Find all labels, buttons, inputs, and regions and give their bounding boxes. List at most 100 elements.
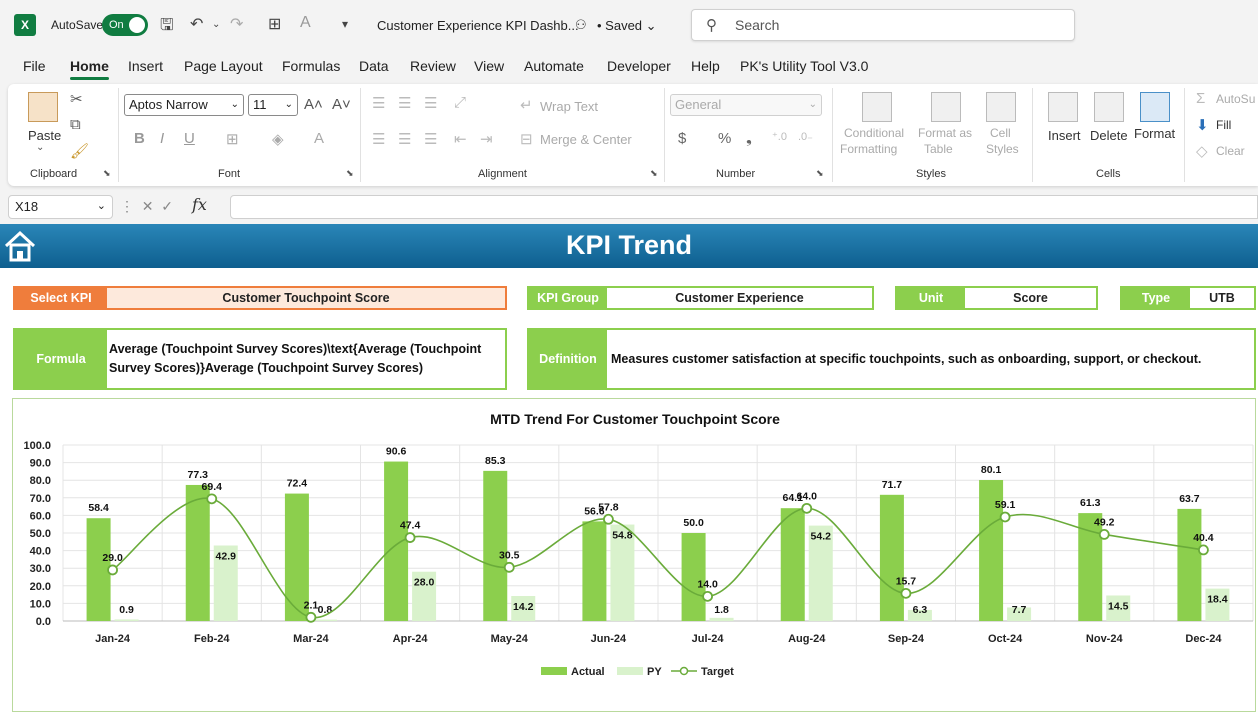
decrease-font-icon[interactable]: A˅ xyxy=(332,96,351,113)
paste-dropdown-icon[interactable]: ⌄ xyxy=(36,142,44,153)
conditional-formatting-label-2[interactable]: Formatting xyxy=(840,142,897,156)
document-title[interactable]: Customer Experience KPI Dashb... xyxy=(377,18,579,33)
clipboard-launcher-icon[interactable]: ⬊ xyxy=(103,168,111,179)
alignment-launcher-icon[interactable]: ⬊ xyxy=(650,168,658,179)
number-format-combo[interactable]: General ⌄ xyxy=(670,94,822,116)
menu-review[interactable]: Review xyxy=(410,58,456,74)
wrap-text-icon[interactable]: ↵ xyxy=(520,96,533,114)
percent-icon[interactable]: % xyxy=(718,130,731,147)
x-tick-label: Mar-24 xyxy=(293,633,329,645)
align-bottom-icon[interactable]: ☰ xyxy=(424,94,437,112)
menu-formulas[interactable]: Formulas xyxy=(282,58,340,74)
paste-button[interactable]: Paste xyxy=(28,128,61,143)
menu-view[interactable]: View xyxy=(474,58,504,74)
bold-icon[interactable]: B xyxy=(134,130,145,147)
customize-toolbar-icon[interactable]: ▾ xyxy=(342,17,348,31)
format-cells-icon[interactable] xyxy=(1140,92,1170,122)
delete-cells-button[interactable]: Delete xyxy=(1090,128,1128,143)
decrease-decimal-icon[interactable]: .0₋ xyxy=(798,130,813,143)
borders-icon[interactable]: ⊞ xyxy=(268,14,281,34)
x-tick-label: Apr-24 xyxy=(393,633,429,645)
font-launcher-icon[interactable]: ⬊ xyxy=(346,168,354,179)
increase-font-icon[interactable]: A˄ xyxy=(304,96,323,113)
currency-icon[interactable]: $ xyxy=(678,130,686,147)
menu-pk-utility-tool[interactable]: PK's Utility Tool V3.0 xyxy=(740,58,868,74)
save-icon[interactable]: 🖫 xyxy=(160,14,174,41)
undo-icon[interactable]: ↶ xyxy=(190,14,203,34)
cut-icon[interactable]: ✂ xyxy=(70,90,83,108)
conditional-formatting-label-1[interactable]: Conditional xyxy=(844,126,904,140)
autosum-icon[interactable]: Σ xyxy=(1196,90,1205,107)
comma-style-icon[interactable]: ❟ xyxy=(746,130,752,147)
autosave-toggle[interactable]: On xyxy=(102,14,148,36)
search-box[interactable]: ⚲ Search xyxy=(691,9,1075,41)
cancel-icon[interactable]: ✕ xyxy=(142,198,154,214)
copy-icon[interactable]: ⧉ xyxy=(70,116,81,133)
formula-input[interactable] xyxy=(230,195,1258,219)
borders-icon[interactable]: ⊞ xyxy=(226,130,239,148)
font-color-icon[interactable]: A xyxy=(314,130,324,147)
italic-icon[interactable]: I xyxy=(160,130,164,147)
insert-function-button[interactable]: fx xyxy=(192,195,207,214)
select-kpi-dropdown[interactable]: Customer Touchpoint Score xyxy=(107,288,505,308)
align-right-icon[interactable]: ☰ xyxy=(424,130,437,148)
increase-indent-icon[interactable]: ⇥ xyxy=(480,130,493,148)
cell-styles-label-2[interactable]: Styles xyxy=(986,142,1019,156)
chart-container[interactable]: MTD Trend For Customer Touchpoint Score … xyxy=(12,398,1256,712)
format-as-table-label-2[interactable]: Table xyxy=(924,142,953,156)
clear-icon[interactable]: ◇ xyxy=(1196,142,1208,160)
undo-dropdown-icon[interactable]: ⌄ xyxy=(212,19,220,30)
menu-help[interactable]: Help xyxy=(691,58,720,74)
clear-button[interactable]: Clear xyxy=(1216,144,1245,158)
orientation-icon[interactable]: ⤢ xyxy=(454,94,466,111)
format-cells-button[interactable]: Format xyxy=(1134,126,1175,141)
menu-data[interactable]: Data xyxy=(359,58,389,74)
format-painter-icon[interactable]: 🖌 xyxy=(70,142,89,160)
name-box[interactable]: X18 ⌄ xyxy=(8,195,113,219)
wrap-text-button[interactable]: Wrap Text xyxy=(540,99,598,114)
font-size-combo[interactable]: 11 ⌄ xyxy=(248,94,298,116)
menu-page-layout[interactable]: Page Layout xyxy=(184,58,263,74)
align-top-icon[interactable]: ☰ xyxy=(372,94,385,112)
x-tick-label: Aug-24 xyxy=(788,633,826,645)
format-as-table-icon[interactable] xyxy=(931,92,961,122)
fill-button[interactable]: Fill xyxy=(1216,118,1231,132)
cell-styles-icon[interactable] xyxy=(986,92,1016,122)
menu-automate[interactable]: Automate xyxy=(524,58,584,74)
clipboard-group-label: Clipboard xyxy=(30,168,78,180)
number-launcher-icon[interactable]: ⬊ xyxy=(816,168,824,179)
menu-insert[interactable]: Insert xyxy=(128,58,163,74)
redo-icon[interactable]: ↷ xyxy=(230,14,243,34)
conditional-formatting-icon[interactable] xyxy=(862,92,892,122)
paste-icon[interactable] xyxy=(28,92,58,122)
actual-data-label: 85.3 xyxy=(485,455,506,467)
autosum-button[interactable]: AutoSu xyxy=(1216,92,1255,106)
menu-file[interactable]: File xyxy=(23,58,46,74)
enter-icon[interactable]: ✓ xyxy=(161,198,173,214)
y-tick-label: 60.0 xyxy=(30,510,51,522)
fill-color-icon[interactable]: ◈ xyxy=(272,130,284,148)
align-left-icon[interactable]: ☰ xyxy=(372,130,385,148)
insert-cells-button[interactable]: Insert xyxy=(1048,128,1081,143)
more-icon[interactable]: ⋮ xyxy=(120,198,134,214)
actual-data-label: 71.7 xyxy=(882,479,903,491)
format-as-table-label-1[interactable]: Format as xyxy=(918,126,972,140)
chevron-down-icon: ⌄ xyxy=(808,99,817,110)
merge-center-button[interactable]: Merge & Center xyxy=(540,132,632,147)
fill-icon[interactable]: ⬇ xyxy=(1196,116,1209,134)
align-middle-icon[interactable]: ☰ xyxy=(398,94,411,112)
merge-center-icon[interactable]: ⊟ xyxy=(520,130,533,148)
insert-cells-icon[interactable] xyxy=(1048,92,1078,122)
underline-icon[interactable]: U xyxy=(184,130,195,147)
increase-decimal-icon[interactable]: ⁺.0 xyxy=(772,130,787,143)
cell-styles-label-1[interactable]: Cell xyxy=(990,126,1011,140)
decrease-indent-icon[interactable]: ⇤ xyxy=(454,130,467,148)
saved-status[interactable]: • Saved ⌄ xyxy=(597,18,657,34)
font-color-icon[interactable]: A xyxy=(300,14,311,32)
delete-cells-icon[interactable] xyxy=(1094,92,1124,122)
menu-developer[interactable]: Developer xyxy=(607,58,671,74)
font-name-combo[interactable]: Aptos Narrow ⌄ xyxy=(124,94,244,116)
y-tick-label: 70.0 xyxy=(30,493,51,505)
menu-home[interactable]: Home xyxy=(70,58,109,80)
align-center-icon[interactable]: ☰ xyxy=(398,130,411,148)
